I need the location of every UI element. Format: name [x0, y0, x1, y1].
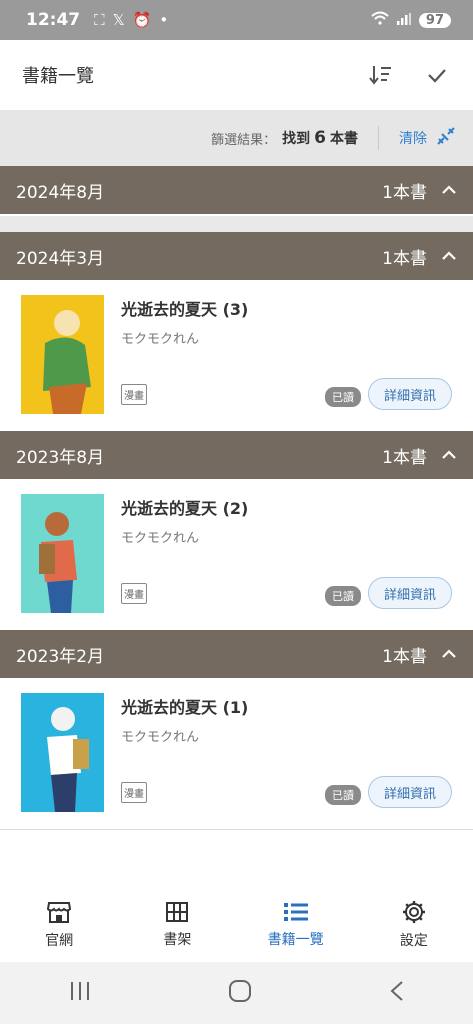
divider: [378, 126, 379, 150]
book-author: モクモクれん: [121, 730, 200, 745]
screenshot-icon: ⛶: [94, 11, 105, 29]
category-tag: 漫畫: [121, 384, 147, 405]
list-end-space: [0, 830, 473, 888]
group-count: 1本書: [382, 646, 427, 667]
group-count: 1本書: [382, 182, 427, 203]
group-header[interactable]: 2024年8月 1本書: [0, 166, 473, 214]
read-status-badge: 已讀: [325, 785, 361, 805]
book-author: モクモクれん: [121, 531, 200, 546]
book-cover-image: [21, 295, 104, 414]
book-card[interactable]: 光逝去的夏天 (1) モクモクれん 漫畫 已讀 詳細資訊: [0, 678, 473, 829]
chevron-up-icon[interactable]: [441, 445, 457, 465]
details-button[interactable]: 詳細資訊: [368, 577, 452, 609]
nav-label: 書籍一覽: [267, 932, 324, 948]
nav-item-book-list[interactable]: 書籍一覽: [237, 888, 355, 962]
book-list: 2024年8月 1本書 2024年3月 1本書 光逝去的夏天 (3) モクモクれ…: [0, 166, 473, 830]
nav-label: 書架: [163, 932, 192, 948]
group-date: 2024年8月: [16, 182, 105, 203]
nav-item-official-site[interactable]: 官網: [0, 888, 118, 962]
book-title: 光逝去的夏天 (2): [121, 499, 249, 518]
nav-item-bookshelf[interactable]: 書架: [118, 888, 236, 962]
nav-label: 設定: [399, 933, 428, 949]
group-date: 2023年2月: [16, 646, 105, 667]
back-icon[interactable]: [389, 980, 405, 1006]
grid-icon: [166, 902, 189, 922]
book-title: 光逝去的夏天 (3): [121, 300, 249, 319]
book-title: 光逝去的夏天 (1): [121, 698, 249, 717]
gear-icon: [402, 901, 425, 923]
home-icon[interactable]: [228, 979, 252, 1007]
found-prefix: 找到: [282, 131, 311, 147]
group-date: 2023年8月: [16, 447, 105, 468]
read-status-badge: 已讀: [325, 387, 361, 407]
unlink-icon[interactable]: [435, 125, 457, 151]
nav-label: 官網: [45, 933, 74, 949]
group-gap: [0, 216, 473, 232]
signal-icon: [396, 10, 411, 30]
book-cover-image: [21, 693, 104, 812]
list-icon: [283, 903, 308, 921]
details-button[interactable]: 詳細資訊: [368, 776, 452, 808]
app-bar: 書籍一覽: [0, 40, 473, 110]
status-time: 12:47: [26, 10, 81, 30]
found-number: 6: [314, 128, 326, 148]
page-title: 書籍一覽: [22, 66, 94, 87]
dot-icon: •: [159, 11, 169, 29]
clear-filter-button[interactable]: 清除: [399, 128, 427, 148]
store-icon: [47, 902, 72, 923]
recent-apps-icon[interactable]: [69, 981, 91, 1005]
category-tag: 漫畫: [121, 583, 147, 604]
x-icon: 𝕏: [112, 11, 125, 29]
status-bar: 12:47 ⛶ 𝕏 ⏰ • 97: [0, 0, 473, 40]
book-card[interactable]: 光逝去的夏天 (2) モクモクれん 漫畫 已讀 詳細資訊: [0, 479, 473, 630]
group-count: 1本書: [382, 248, 427, 269]
book-cover-image: [21, 494, 104, 613]
book-card[interactable]: 光逝去的夏天 (3) モクモクれん 漫畫 已讀 詳細資訊: [0, 280, 473, 431]
filter-summary-bar: 篩選結果： 找到 6 本書 清除: [0, 110, 473, 166]
status-right: 97: [371, 10, 451, 30]
group-count: 1本書: [382, 447, 427, 468]
filter-result-label: 篩選結果：: [211, 132, 277, 148]
battery-indicator: 97: [418, 12, 451, 28]
found-suffix: 本書: [330, 131, 358, 147]
book-author: モクモクれん: [121, 332, 200, 347]
wifi-icon: [371, 10, 389, 30]
group-header[interactable]: 2023年2月 1本書: [0, 630, 473, 678]
alarm-icon: ⏰: [132, 11, 152, 29]
sort-icon[interactable]: [367, 61, 395, 89]
chevron-up-icon[interactable]: [441, 246, 457, 266]
category-tag: 漫畫: [121, 782, 147, 803]
details-button[interactable]: 詳細資訊: [368, 378, 452, 410]
bottom-navigation: 官網 書架 書籍一覽 設定: [0, 888, 473, 962]
check-icon[interactable]: [423, 61, 451, 89]
chevron-up-icon[interactable]: [441, 644, 457, 664]
group-header[interactable]: 2024年3月 1本書: [0, 232, 473, 280]
group-date: 2024年3月: [16, 248, 105, 269]
nav-item-settings[interactable]: 設定: [355, 888, 473, 962]
group-header[interactable]: 2023年8月 1本書: [0, 431, 473, 479]
filter-found-count: 找到 6 本書: [282, 128, 358, 148]
system-navigation-bar: [0, 962, 473, 1024]
status-icons: ⛶ 𝕏 ⏰ •: [94, 11, 168, 29]
chevron-up-icon[interactable]: [441, 180, 457, 200]
read-status-badge: 已讀: [325, 586, 361, 606]
